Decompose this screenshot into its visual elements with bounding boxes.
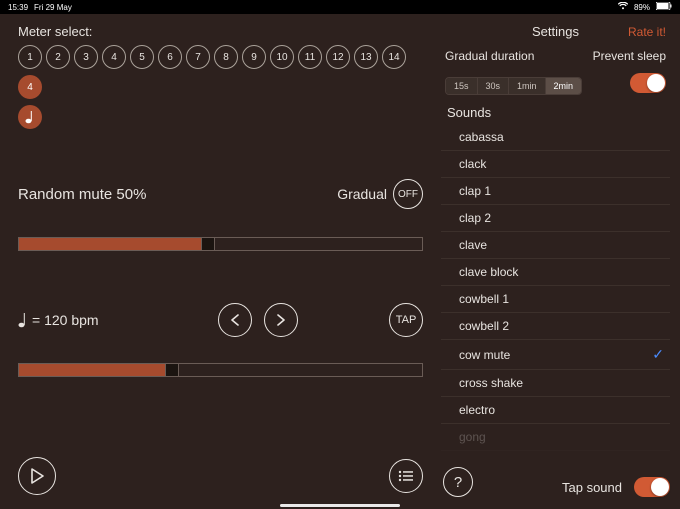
gradual-duration-segmented[interactable]: 15s30s1min2min xyxy=(445,77,582,95)
seg-option-30s[interactable]: 30s xyxy=(478,78,510,94)
gradual-duration-label: Gradual duration xyxy=(445,49,582,63)
seg-option-1min[interactable]: 1min xyxy=(509,78,546,94)
play-button[interactable] xyxy=(18,457,56,495)
meter-button-1[interactable]: 1 xyxy=(18,45,42,69)
meter-button-13[interactable]: 13 xyxy=(354,45,378,69)
sound-item[interactable]: cross shake xyxy=(441,370,670,397)
tap-tempo-button[interactable]: TAP xyxy=(389,303,423,337)
wifi-icon xyxy=(618,2,628,12)
meter-button-7[interactable]: 7 xyxy=(186,45,210,69)
slider-thumb[interactable] xyxy=(165,363,179,377)
meter-button-5[interactable]: 5 xyxy=(130,45,154,69)
status-battery: 89% xyxy=(634,3,650,12)
sound-item-label: clap 2 xyxy=(459,211,491,225)
meter-button-11[interactable]: 11 xyxy=(298,45,322,69)
slider-thumb[interactable] xyxy=(201,237,215,251)
status-time: 15:39 xyxy=(8,3,28,12)
sound-item[interactable]: cowbell 1 xyxy=(441,286,670,313)
sound-item-label: cow mute xyxy=(459,348,510,362)
meter-button-4[interactable]: 4 xyxy=(102,45,126,69)
home-indicator xyxy=(280,504,400,507)
tap-sound-toggle[interactable] xyxy=(634,477,670,497)
seg-option-2min[interactable]: 2min xyxy=(546,78,582,94)
sound-item[interactable]: clap 2 xyxy=(441,205,670,232)
sound-item[interactable]: cowbell 2 xyxy=(441,313,670,340)
meter-button-2[interactable]: 2 xyxy=(46,45,70,69)
rate-it-link[interactable]: Rate it! xyxy=(628,25,666,39)
check-icon: ✓ xyxy=(652,346,664,363)
sound-item-label: cowbell 1 xyxy=(459,292,509,306)
main-panel: Meter select: 1234567891011121314 4 Rand… xyxy=(0,14,437,509)
prevent-sleep-label: Prevent sleep xyxy=(593,49,666,63)
random-mute-slider[interactable] xyxy=(18,237,423,251)
tempo-increase-button[interactable] xyxy=(264,303,298,337)
sound-item-label: clack xyxy=(459,157,486,171)
sound-item-label: gong xyxy=(459,430,486,444)
sound-item-label: clave block xyxy=(459,265,518,279)
meter-row-note xyxy=(18,105,423,129)
tempo-row: = 120 bpm TAP xyxy=(18,303,423,337)
sounds-section-label: Sounds xyxy=(447,105,670,120)
tempo-slider[interactable] xyxy=(18,363,423,377)
meter-row-primary: 1234567891011121314 xyxy=(18,45,423,69)
device-status-bar: 15:39 Fri 29 May 89% xyxy=(0,0,680,14)
sound-item-label: clave xyxy=(459,238,487,252)
meter-button-9[interactable]: 9 xyxy=(242,45,266,69)
tempo-value: = 120 bpm xyxy=(32,312,99,328)
sound-item[interactable]: clave block xyxy=(441,259,670,286)
status-date: Fri 29 May xyxy=(34,3,72,12)
sound-item-label: clap 1 xyxy=(459,184,491,198)
meter-button-3[interactable]: 3 xyxy=(74,45,98,69)
meter-button-14[interactable]: 14 xyxy=(382,45,406,69)
meter-button-6[interactable]: 6 xyxy=(158,45,182,69)
meter-select-label: Meter select: xyxy=(18,24,423,39)
sound-item-label: cowbell 2 xyxy=(459,319,509,333)
quarter-note-icon xyxy=(18,312,28,328)
tempo-display: = 120 bpm xyxy=(18,312,99,328)
random-mute-row: Random mute 50% Gradual OFF xyxy=(18,179,423,209)
meter-selected-button[interactable]: 4 xyxy=(18,75,42,99)
app-root: Meter select: 1234567891011121314 4 Rand… xyxy=(0,14,680,509)
gradual-label: Gradual xyxy=(337,186,387,202)
sound-item[interactable]: electro xyxy=(441,397,670,424)
gradual-toggle-button[interactable]: OFF xyxy=(393,179,423,209)
sound-item[interactable]: cabassa xyxy=(441,124,670,151)
note-value-button[interactable] xyxy=(18,105,42,129)
help-button[interactable]: ? xyxy=(443,467,473,497)
random-mute-label: Random mute 50% xyxy=(18,186,146,203)
sound-item-label: electro xyxy=(459,403,495,417)
sound-item-label: cross shake xyxy=(459,376,523,390)
prevent-sleep-toggle[interactable] xyxy=(630,73,666,93)
meter-button-12[interactable]: 12 xyxy=(326,45,350,69)
tempo-decrease-button[interactable] xyxy=(218,303,252,337)
meter-button-10[interactable]: 10 xyxy=(270,45,294,69)
tap-sound-label: Tap sound xyxy=(562,480,622,495)
sound-item[interactable]: cow mute ✓ xyxy=(441,340,670,370)
battery-icon xyxy=(656,2,672,12)
sound-item[interactable]: clack xyxy=(441,151,670,178)
settings-title: Settings xyxy=(532,24,579,39)
meter-row-selected: 4 xyxy=(18,75,423,99)
sound-item[interactable]: clap 1 xyxy=(441,178,670,205)
meter-button-8[interactable]: 8 xyxy=(214,45,238,69)
transport-row xyxy=(18,457,423,495)
sound-list[interactable]: cabassa clack clap 1 clap 2 clave clave block… xyxy=(441,124,670,501)
setlist-button[interactable] xyxy=(389,459,423,493)
sound-item[interactable]: clave xyxy=(441,232,670,259)
settings-panel: Settings Rate it! Gradual duration 15s30… xyxy=(437,14,680,509)
seg-option-15s[interactable]: 15s xyxy=(446,78,478,94)
sound-item[interactable]: gong xyxy=(441,424,670,451)
sound-item-label: cabassa xyxy=(459,130,504,144)
